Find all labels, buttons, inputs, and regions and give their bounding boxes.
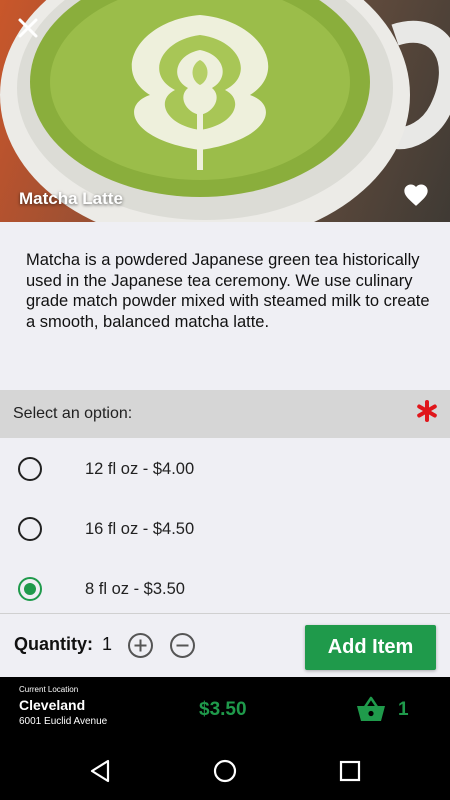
cart-total: $3.50 [199, 699, 247, 720]
radio-button[interactable] [18, 457, 42, 481]
heart-icon [404, 184, 428, 206]
option-8oz[interactable]: 8 fl oz - $3.50 [0, 559, 450, 619]
options-header: Select an option: [0, 390, 450, 438]
home-button[interactable] [211, 757, 239, 785]
quantity-bar: Quantity: 1 Add Item [0, 613, 450, 677]
recents-square-icon [339, 760, 361, 782]
options-header-label: Select an option: [13, 405, 133, 422]
back-button[interactable] [87, 757, 115, 785]
close-icon [18, 18, 38, 38]
product-description: Matcha is a powdered Japanese green tea … [26, 251, 430, 331]
option-16oz[interactable]: 16 fl oz - $4.50 [0, 499, 450, 559]
quantity-value: 1 [102, 634, 113, 654]
radio-button[interactable] [18, 517, 42, 541]
basket-icon [357, 696, 385, 721]
product-image: Matcha Latte [0, 0, 450, 222]
favorite-button[interactable] [402, 181, 430, 209]
location-address: 6001 Euclid Avenue [19, 716, 108, 727]
increment-button[interactable] [127, 632, 154, 659]
minus-circle-icon [170, 633, 195, 658]
back-triangle-icon [90, 759, 110, 783]
add-item-button[interactable]: Add Item [305, 625, 436, 670]
cart-count: 1 [398, 699, 409, 720]
option-label: 12 fl oz - $4.00 [85, 460, 195, 478]
home-circle-icon [213, 759, 237, 783]
asterisk-icon [417, 400, 437, 422]
radio-button-selected[interactable] [18, 577, 42, 601]
plus-circle-icon [128, 633, 153, 658]
product-title: Matcha Latte [19, 189, 123, 208]
recents-button[interactable] [336, 757, 364, 785]
option-12oz[interactable]: 12 fl oz - $4.00 [0, 439, 450, 499]
system-navbar [0, 743, 450, 800]
location-caption: Current Location [19, 685, 79, 694]
cart-button[interactable] [356, 696, 386, 722]
close-button[interactable] [14, 14, 42, 42]
option-label: 16 fl oz - $4.50 [85, 520, 195, 538]
location-city[interactable]: Cleveland [19, 697, 85, 713]
decrement-button[interactable] [169, 632, 196, 659]
option-label: 8 fl oz - $3.50 [85, 580, 185, 598]
cart-footer: Current Location Cleveland 6001 Euclid A… [0, 677, 450, 743]
quantity-label: Quantity: [14, 634, 93, 654]
